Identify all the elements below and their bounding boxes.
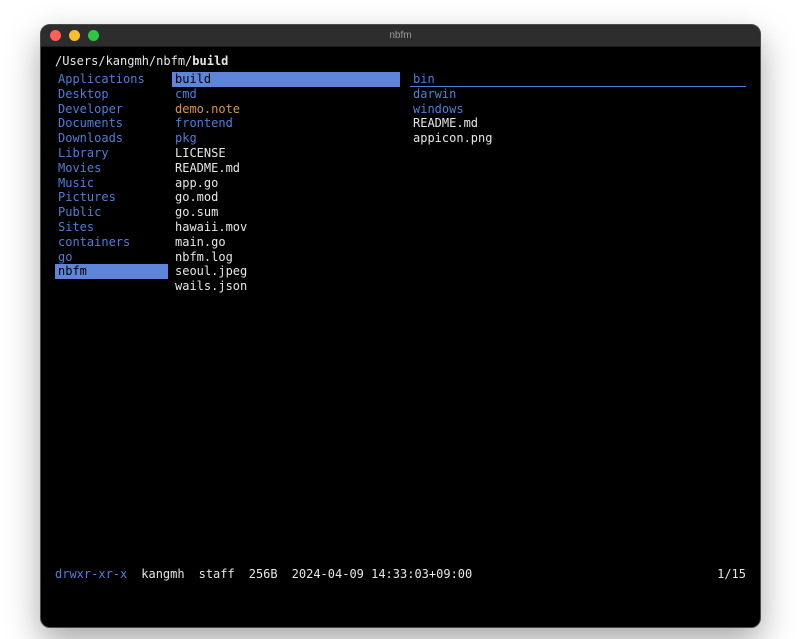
file-item-downloads[interactable]: Downloads <box>55 131 168 146</box>
close-window-button[interactable] <box>50 30 61 41</box>
file-item-wails-json[interactable]: wails.json <box>172 279 400 294</box>
file-item-app-go[interactable]: app.go <box>172 176 400 191</box>
path-current-dir: build <box>192 54 228 68</box>
file-size: 256B <box>249 567 278 582</box>
terminal-window: nbfm /Users/kangmh/nbfm/build Applicatio… <box>40 24 761 628</box>
file-item-desktop[interactable]: Desktop <box>55 87 168 102</box>
file-item-library[interactable]: Library <box>55 146 168 161</box>
file-item-nbfm[interactable]: nbfm <box>55 264 168 279</box>
file-item-main-go[interactable]: main.go <box>172 235 400 250</box>
status-bar: drwxr-xr-x kangmh staff 256B 2024-04-09 … <box>55 567 746 582</box>
file-item-music[interactable]: Music <box>55 176 168 191</box>
file-item-license[interactable]: LICENSE <box>172 146 400 161</box>
parent-directory-column: ApplicationsDesktopDeveloperDocumentsDow… <box>55 72 168 279</box>
titlebar[interactable]: nbfm <box>41 25 760 47</box>
file-item-darwin[interactable]: darwin <box>410 87 746 102</box>
minimize-window-button[interactable] <box>69 30 80 41</box>
window-title: nbfm <box>41 30 760 41</box>
list-position-indicator: 1/15 <box>717 567 746 582</box>
file-item-movies[interactable]: Movies <box>55 161 168 176</box>
path-prefix: /Users/kangmh/nbfm/ <box>55 54 192 68</box>
file-item-demo-note[interactable]: demo.note <box>172 102 400 117</box>
file-item-pictures[interactable]: Pictures <box>55 190 168 205</box>
file-item-containers[interactable]: containers <box>55 235 168 250</box>
file-owner: kangmh <box>141 567 184 582</box>
current-path: /Users/kangmh/nbfm/build <box>55 53 746 69</box>
zoom-window-button[interactable] <box>88 30 99 41</box>
file-item-appicon-png[interactable]: appicon.png <box>410 131 746 146</box>
file-item-windows[interactable]: windows <box>410 102 746 117</box>
file-modified-date: 2024-04-09 14:33:03+09:00 <box>292 567 473 582</box>
file-item-pkg[interactable]: pkg <box>172 131 400 146</box>
file-item-bin[interactable]: bin <box>410 72 746 87</box>
file-item-build[interactable]: build <box>172 72 400 87</box>
file-item-public[interactable]: Public <box>55 205 168 220</box>
file-group: staff <box>199 567 235 582</box>
file-item-frontend[interactable]: frontend <box>172 116 400 131</box>
file-item-cmd[interactable]: cmd <box>172 87 400 102</box>
file-item-seoul-jpeg[interactable]: seoul.jpeg <box>172 264 400 279</box>
file-item-applications[interactable]: Applications <box>55 72 168 87</box>
file-item-nbfm-log[interactable]: nbfm.log <box>172 250 400 265</box>
file-item-documents[interactable]: Documents <box>55 116 168 131</box>
current-directory-column: buildcmddemo.notefrontendpkgLICENSEREADM… <box>172 72 400 294</box>
terminal-content: /Users/kangmh/nbfm/build ApplicationsDes… <box>41 47 760 628</box>
file-item-readme-md[interactable]: README.md <box>410 116 746 131</box>
file-permissions: drwxr-xr-x <box>55 567 127 582</box>
file-item-readme-md[interactable]: README.md <box>172 161 400 176</box>
traffic-lights <box>41 30 99 41</box>
file-item-sites[interactable]: Sites <box>55 220 168 235</box>
file-item-hawaii-mov[interactable]: hawaii.mov <box>172 220 400 235</box>
file-item-go-mod[interactable]: go.mod <box>172 190 400 205</box>
file-item-developer[interactable]: Developer <box>55 102 168 117</box>
file-item-go[interactable]: go <box>55 250 168 265</box>
file-info: drwxr-xr-x kangmh staff 256B 2024-04-09 … <box>55 567 472 582</box>
preview-column: bindarwinwindowsREADME.mdappicon.png <box>410 72 746 146</box>
file-columns: ApplicationsDesktopDeveloperDocumentsDow… <box>55 72 746 294</box>
file-item-go-sum[interactable]: go.sum <box>172 205 400 220</box>
